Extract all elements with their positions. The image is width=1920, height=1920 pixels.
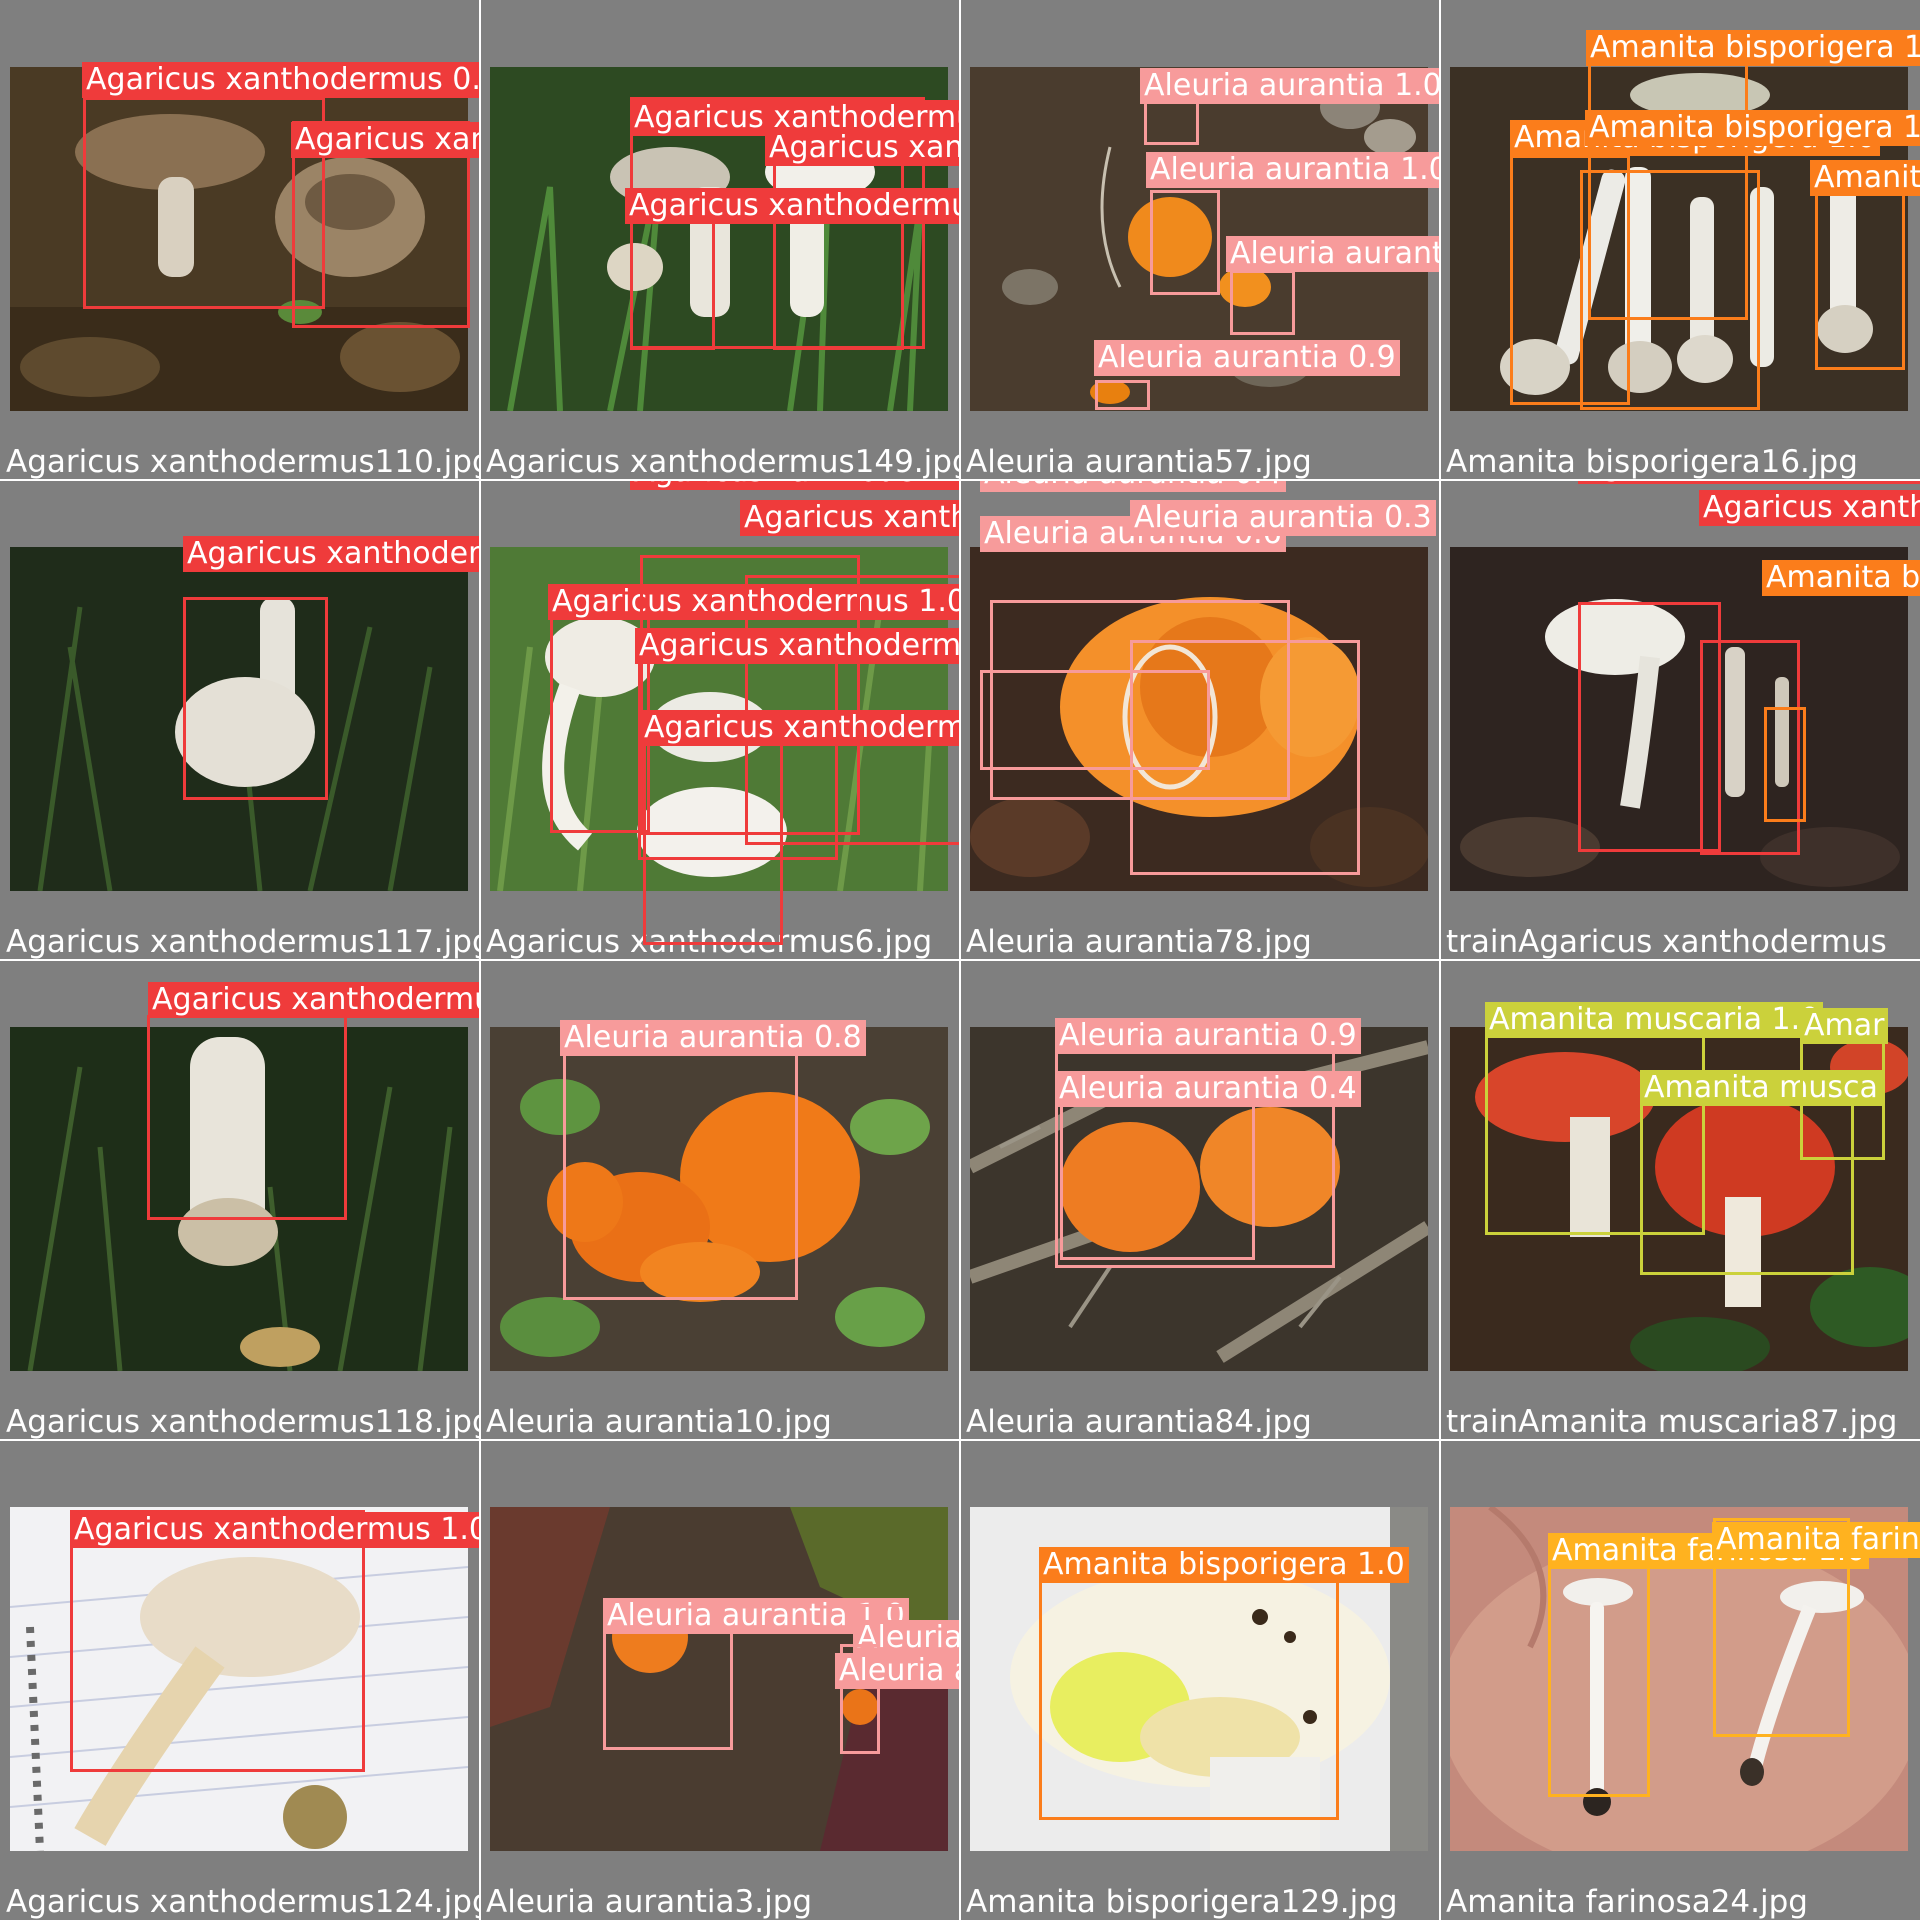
filename-caption: Aleuria aurantia78.jpg bbox=[966, 924, 1312, 960]
tile-10[interactable]: Aleuria aurantia10.jpg Aleuria aurantia … bbox=[480, 960, 960, 1440]
detection-box[interactable] bbox=[563, 1035, 798, 1300]
detection-box[interactable] bbox=[1130, 640, 1360, 875]
detection-label: Agaricus xanthodermus 0.3 bbox=[640, 710, 960, 746]
detection-label: Agaricus xanthodermus 1.0 bbox=[765, 130, 960, 166]
filename-caption: trainAmanita muscaria87.jpg bbox=[1446, 1404, 1898, 1440]
filename-caption: Agaricus xanthodermus118.jpg bbox=[6, 1404, 480, 1440]
detection-label: Agaricus xanthodermus 1.0 bbox=[183, 536, 480, 572]
detection-box[interactable] bbox=[1548, 1540, 1650, 1797]
detection-box[interactable] bbox=[643, 740, 783, 945]
detection-label: Aleuria aurantia 0.9 bbox=[1055, 1018, 1361, 1054]
grid-divider bbox=[0, 479, 1920, 481]
tile-7[interactable]: Aleuria aurantia78.jpg Aleuria aurantia … bbox=[960, 480, 1440, 960]
detection-label: Aleuria aurantia 0.3 bbox=[1130, 500, 1436, 536]
detection-label: Agaricus xanthodermus 1.0 bbox=[291, 122, 480, 158]
detection-box[interactable] bbox=[1764, 707, 1806, 822]
tile-13[interactable]: Agaricus xanthodermus124.jpg Agaricus xa… bbox=[0, 1440, 480, 1920]
detection-box[interactable] bbox=[83, 97, 325, 309]
detection-label: Amanita b bbox=[1762, 560, 1920, 596]
filename-caption: Amanita bisporigera129.jpg bbox=[966, 1884, 1398, 1920]
filename-caption: trainAgaricus xanthodermus bbox=[1446, 924, 1887, 960]
detection-box[interactable] bbox=[1095, 380, 1150, 410]
detection-box[interactable] bbox=[1230, 270, 1295, 335]
tile-3[interactable]: Aleuria aurantia57.jpg Aleuria aurantia … bbox=[960, 0, 1440, 480]
detection-label: Aleuria aurantia 0.9 bbox=[1094, 340, 1400, 376]
detection-box[interactable] bbox=[1039, 1550, 1339, 1820]
detection-box[interactable] bbox=[147, 1015, 347, 1220]
detection-box[interactable] bbox=[1150, 190, 1220, 295]
detection-box[interactable] bbox=[630, 220, 715, 350]
tile-11[interactable]: Aleuria aurantia84.jpg Aleuria aurantia … bbox=[960, 960, 1440, 1440]
detection-label: Agaricus xanth bbox=[1699, 490, 1920, 526]
tile-2[interactable]: Agaricus xanthodermus149.jpg Agaricus xa… bbox=[480, 0, 960, 480]
detection-label: Aleuria aurantia 0.4 bbox=[1055, 1071, 1361, 1107]
filename-caption: Amanita farinosa24.jpg bbox=[1446, 1884, 1808, 1920]
tile-16[interactable]: Amanita farinosa24.jpg Amanita farinosa … bbox=[1440, 1440, 1920, 1920]
detection-box[interactable] bbox=[183, 597, 328, 800]
detection-label: Agaricus xanthodermus 1.0 bbox=[740, 500, 960, 536]
detection-label: Agaricus xanthodermus 1.0 bbox=[630, 480, 960, 490]
filename-caption: Aleuria aurantia10.jpg bbox=[486, 1404, 832, 1440]
detection-label: Aleuria aurantia 0.4 bbox=[980, 480, 1286, 492]
filename-caption: Agaricus xanthodermus149.jpg bbox=[486, 444, 960, 480]
detection-label: Amanita muscaria 1.0 bbox=[1485, 1002, 1824, 1038]
grid-divider bbox=[0, 1439, 1920, 1441]
detection-label: Amanita bisporigera 1.0 bbox=[1585, 110, 1920, 146]
detection-label: Aleuria aurantia 1.0 bbox=[1226, 236, 1440, 272]
detection-label: Amanita bisporigera 1.0 bbox=[1039, 1547, 1409, 1583]
detection-label: Aleuria aurantia 1.0 bbox=[835, 1653, 960, 1689]
detection-label: Amar bbox=[1800, 1008, 1889, 1044]
tile-1[interactable]: Agaricus xanthodermus110.jpg Agaricus xa… bbox=[0, 0, 480, 480]
detection-label: Agaricus xanthodermus 0.7 bbox=[148, 982, 480, 1018]
filename-caption: Agaricus xanthodermus124.jpg bbox=[6, 1884, 480, 1920]
detection-box[interactable] bbox=[1580, 170, 1760, 410]
tile-8[interactable]: trainAgaricus xanthodermus Agaricus xant… bbox=[1440, 480, 1920, 960]
filename-caption: Agaricus xanthodermus110.jpg bbox=[6, 444, 480, 480]
detection-box[interactable] bbox=[70, 1510, 365, 1772]
detection-label: Amanita bisporigera 1.0 bbox=[1586, 30, 1920, 66]
detection-label: Aleuria aurantia 1.0 bbox=[1146, 152, 1440, 188]
tile-5[interactable]: Agaricus xanthodermus117.jpg Agaricus xa… bbox=[0, 480, 480, 960]
filename-caption: Aleuria aurantia57.jpg bbox=[966, 444, 1312, 480]
detection-label: Amanita farin bbox=[1712, 1522, 1920, 1558]
detection-label: Aleuria aurantia 0.8 bbox=[560, 1020, 866, 1056]
detection-label: Agaricus xanthodermus 0.3 bbox=[625, 188, 960, 224]
tile-12[interactable]: trainAmanita muscaria87.jpg Amanita musc… bbox=[1440, 960, 1920, 1440]
filename-caption: Amanita bisporigera16.jpg bbox=[1446, 444, 1858, 480]
tile-9[interactable]: Agaricus xanthodermus118.jpg Agaricus xa… bbox=[0, 960, 480, 1440]
detection-box[interactable] bbox=[1815, 180, 1905, 370]
detection-label: Agaricus xanthodermus 0.9 bbox=[635, 628, 960, 664]
detection-label: Aleuria aurantia 1.0 bbox=[1140, 68, 1440, 104]
tile-6[interactable]: Agaricus xanthodermus6.jpg Agaricus xant… bbox=[480, 480, 960, 960]
detection-label: Amanita bisporigera 1.0 bbox=[1810, 160, 1920, 196]
tile-14[interactable]: Aleuria aurantia3.jpg Aleuria aurantia 1… bbox=[480, 1440, 960, 1920]
tile-15[interactable]: Amanita bisporigera129.jpg Amanita bispo… bbox=[960, 1440, 1440, 1920]
tile-4[interactable]: Amanita bisporigera16.jpg Amanita bispor… bbox=[1440, 0, 1920, 480]
detection-grid: Agaricus xanthodermus110.jpg Agaricus xa… bbox=[0, 0, 1920, 1920]
detection-box[interactable] bbox=[1060, 1085, 1255, 1260]
detection-label: Agaricus xanthodermus 0.9 bbox=[82, 62, 480, 98]
detection-label: Agaricus xanthodermus 1.0 bbox=[70, 1512, 480, 1548]
filename-caption: Aleuria aurantia84.jpg bbox=[966, 1404, 1312, 1440]
detection-box[interactable] bbox=[550, 588, 650, 833]
grid-divider bbox=[0, 959, 1920, 961]
filename-caption: Agaricus xanthodermus117.jpg bbox=[6, 924, 480, 960]
filename-caption: Aleuria aurantia3.jpg bbox=[486, 1884, 813, 1920]
